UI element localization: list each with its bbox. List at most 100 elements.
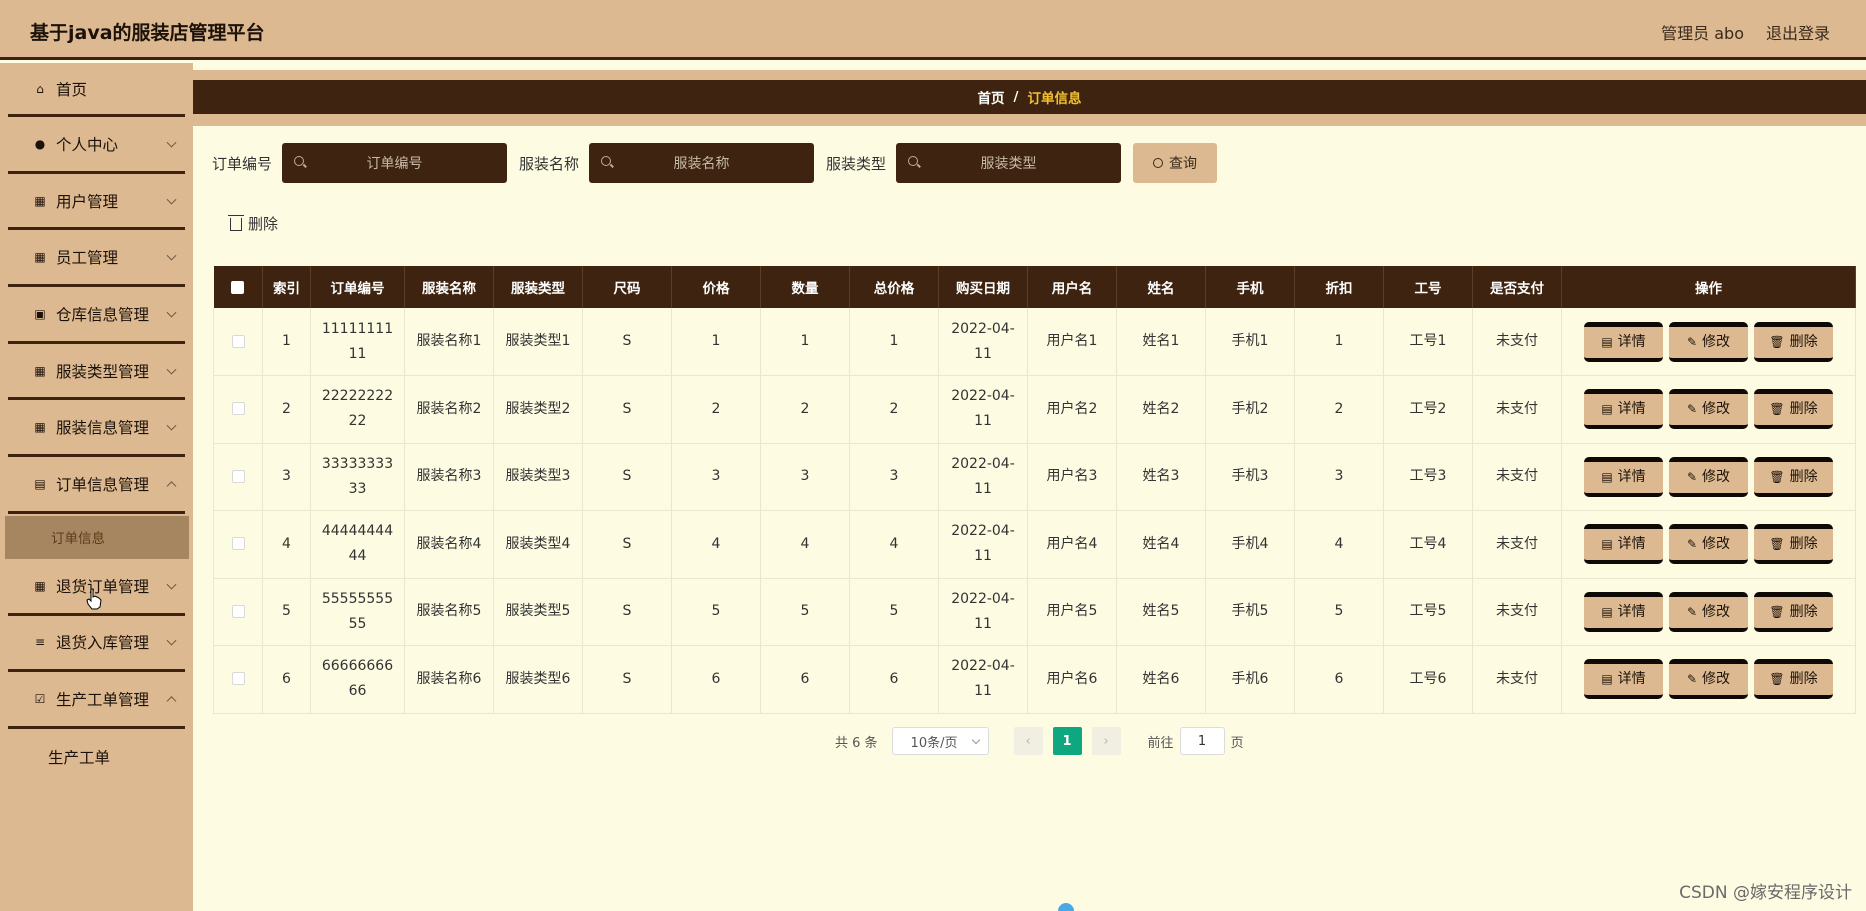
cell-actions: ▤ 详情 ✎ 修改 🗑 删除 xyxy=(1561,308,1856,376)
edit-button[interactable]: ✎ 修改 xyxy=(1669,524,1748,565)
chevron-right-icon: › xyxy=(1103,733,1109,749)
delete-button-label: 删除 xyxy=(1789,401,1818,418)
sidebar-item-production-order-management[interactable]: ☑ 生产工单管理 xyxy=(8,672,185,729)
cell-username: 用户名3 xyxy=(1027,443,1117,511)
pencil-icon: ✎ xyxy=(1686,469,1698,484)
row-checkbox[interactable] xyxy=(213,308,263,376)
search-icon xyxy=(1153,158,1164,168)
breadcrumb-current: 订单信息 xyxy=(1027,91,1082,107)
cell-size: S xyxy=(582,645,672,714)
row-checkbox[interactable] xyxy=(213,443,263,511)
cell-actions: ▤ 详情 ✎ 修改 🗑 删除 xyxy=(1561,443,1856,511)
cell-price: 3 xyxy=(671,443,761,511)
delete-button[interactable]: 🗑 删除 xyxy=(1754,321,1833,362)
sidebar-item-warehouse-management[interactable]: ▣ 仓库信息管理 xyxy=(8,287,185,344)
cloth-type-input[interactable]: 服装类型 xyxy=(896,143,1122,183)
batch-delete-button[interactable]: 删除 xyxy=(228,213,278,234)
detail-button[interactable]: ▤ 详情 xyxy=(1584,456,1663,497)
cell-name: 姓名5 xyxy=(1116,578,1206,646)
sidebar-item-cloth-type-management[interactable]: ▦ 服装类型管理 xyxy=(8,344,185,401)
prev-page-button[interactable]: ‹ xyxy=(1013,727,1043,755)
check-square-icon: ☑ xyxy=(34,692,46,707)
edit-button-label: 修改 xyxy=(1702,468,1731,485)
cell-purchase-date: 2022-04-11 xyxy=(938,578,1028,646)
row-checkbox[interactable] xyxy=(213,375,263,444)
cell-size: S xyxy=(582,443,672,511)
detail-button[interactable]: ▤ 详情 xyxy=(1584,524,1663,565)
cell-quantity: 6 xyxy=(760,645,850,714)
order-no-input[interactable]: 订单编号 xyxy=(282,143,508,183)
breadcrumb-home[interactable]: 首页 xyxy=(978,87,1005,107)
delete-button[interactable]: 🗑 删除 xyxy=(1754,389,1833,430)
column-header: 操作 xyxy=(1561,266,1856,308)
delete-button[interactable]: 🗑 删除 xyxy=(1754,591,1833,632)
query-button[interactable]: 查询 xyxy=(1133,143,1218,183)
user-icon: ● xyxy=(34,136,46,151)
document-icon: ▤ xyxy=(1601,672,1613,687)
detail-button-label: 详情 xyxy=(1617,468,1646,485)
detail-button[interactable]: ▤ 详情 xyxy=(1584,321,1663,362)
cell-actions: ▤ 详情 ✎ 修改 🗑 删除 xyxy=(1561,375,1856,444)
column-header: 订单编号 xyxy=(310,266,405,308)
sidebar-item-label: 退货入库管理 xyxy=(56,634,150,653)
delete-button[interactable]: 🗑 删除 xyxy=(1754,524,1833,565)
cell-name: 姓名6 xyxy=(1116,645,1206,714)
sidebar-item-user-management[interactable]: ▦ 用户管理 xyxy=(8,174,185,231)
cell-name: 姓名1 xyxy=(1116,308,1206,376)
logout-link[interactable]: 退出登录 xyxy=(1766,20,1830,44)
cloth-name-placeholder: 服装名称 xyxy=(673,156,730,172)
next-page-button[interactable]: › xyxy=(1091,727,1121,755)
trash-icon: 🗑 xyxy=(1769,469,1785,484)
cell-payment-status: 未支付 xyxy=(1472,578,1562,646)
sidebar-item-return-stock-management[interactable]: ≡ 退货入库管理 xyxy=(8,616,185,673)
cell-staff-no: 工号5 xyxy=(1383,578,1473,646)
sidebar-item-staff-management[interactable]: ▦ 员工管理 xyxy=(8,230,185,288)
sidebar-item-personal-center[interactable]: ● 个人中心 xyxy=(8,117,185,174)
delete-button[interactable]: 🗑 删除 xyxy=(1754,659,1833,700)
edit-button-label: 修改 xyxy=(1702,333,1731,350)
cell-username: 用户名6 xyxy=(1027,645,1117,714)
row-checkbox[interactable] xyxy=(213,578,263,646)
chevron-up-icon xyxy=(166,696,177,707)
cell-discount: 1 xyxy=(1294,308,1384,376)
delete-button[interactable]: 🗑 删除 xyxy=(1754,456,1833,497)
goto-page-input[interactable]: 1 xyxy=(1179,727,1225,755)
page-size-select[interactable]: 10条/页 xyxy=(891,727,989,755)
edit-button[interactable]: ✎ 修改 xyxy=(1669,659,1748,700)
detail-button[interactable]: ▤ 详情 xyxy=(1584,659,1663,700)
cell-cloth-type: 服装类型4 xyxy=(493,510,583,579)
sidebar-item-home[interactable]: ⌂ 首页 xyxy=(8,63,185,117)
sidebar-item-label: 订单信息管理 xyxy=(56,475,150,494)
row-checkbox[interactable] xyxy=(213,645,263,714)
edit-button[interactable]: ✎ 修改 xyxy=(1669,591,1748,632)
cell-quantity: 5 xyxy=(760,578,850,646)
page-unit-label: 页 xyxy=(1230,735,1244,751)
current-user[interactable]: 管理员 abo xyxy=(1661,20,1744,44)
pencil-icon: ✎ xyxy=(1686,402,1698,417)
grid-icon: ▦ xyxy=(34,578,46,593)
detail-button[interactable]: ▤ 详情 xyxy=(1584,389,1663,430)
cell-purchase-date: 2022-04-11 xyxy=(938,375,1028,444)
top-header: 基于java的服装店管理平台 管理员 abo 退出登录 xyxy=(0,0,1866,60)
sidebar-item-order-management[interactable]: ▤ 订单信息管理 xyxy=(8,457,185,514)
column-header: 数量 xyxy=(760,266,850,308)
trash-icon: 🗑 xyxy=(1769,604,1785,619)
page-number-button[interactable]: 1 xyxy=(1052,727,1082,755)
edit-button[interactable]: ✎ 修改 xyxy=(1669,321,1748,362)
sidebar-item-label: 服装类型管理 xyxy=(56,362,150,381)
cell-order-no: 1111111111 xyxy=(310,308,405,376)
cloth-name-input[interactable]: 服装名称 xyxy=(589,143,815,183)
trash-icon: 🗑 xyxy=(1769,334,1785,349)
sidebar-item-label: 仓库信息管理 xyxy=(56,305,150,324)
delete-button-label: 删除 xyxy=(1789,671,1818,688)
select-all-checkbox[interactable] xyxy=(213,266,263,308)
cell-index: 2 xyxy=(262,375,311,444)
edit-button[interactable]: ✎ 修改 xyxy=(1669,456,1748,497)
sidebar-subitem-production-order[interactable]: 生产工单 xyxy=(8,729,185,785)
row-checkbox[interactable] xyxy=(213,510,263,579)
sidebar-item-cloth-info-management[interactable]: ▦ 服装信息管理 xyxy=(8,400,185,458)
detail-button[interactable]: ▤ 详情 xyxy=(1584,591,1663,632)
cell-cloth-type: 服装类型5 xyxy=(493,578,583,646)
edit-button[interactable]: ✎ 修改 xyxy=(1669,389,1748,430)
sidebar-subitem-order-info[interactable]: 订单信息 xyxy=(5,515,189,559)
